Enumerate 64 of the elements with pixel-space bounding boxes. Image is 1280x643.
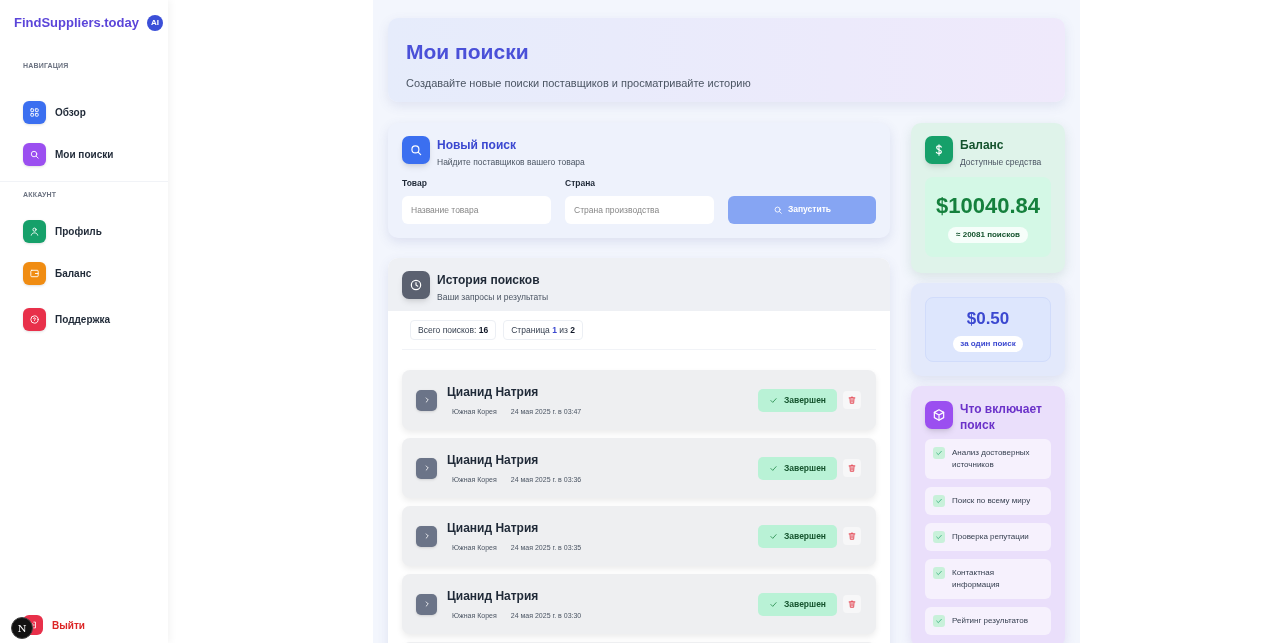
card-title: Новый поиск bbox=[437, 137, 517, 154]
feature-text: Проверка репутации bbox=[952, 531, 1029, 544]
chevron-icon[interactable] bbox=[416, 525, 437, 547]
field-label: Товар bbox=[402, 176, 428, 190]
search-icon bbox=[29, 148, 40, 160]
check-icon bbox=[933, 531, 945, 544]
clock-icon bbox=[402, 270, 430, 299]
card-title: Баланс bbox=[960, 137, 1005, 154]
status-badge: Завершен bbox=[757, 388, 837, 412]
feature-text: Рейтинг результатов bbox=[952, 615, 1029, 628]
status-badge: Завершен bbox=[757, 592, 837, 616]
dev-indicator-button[interactable]: N bbox=[11, 617, 33, 639]
status-badge: Завершен bbox=[757, 456, 837, 480]
box-icon bbox=[925, 401, 953, 430]
trash-icon[interactable] bbox=[843, 459, 861, 478]
trash-icon[interactable] bbox=[843, 527, 861, 546]
feature-text: Поиск по всему миру bbox=[952, 495, 1031, 508]
nav-item[interactable]: Баланс bbox=[0, 252, 168, 295]
product-name: Цианид Натрия bbox=[447, 520, 540, 537]
help-icon bbox=[29, 314, 40, 325]
product-name: Цианид Натрия bbox=[447, 588, 540, 605]
product-name: Цианид Натрия bbox=[447, 452, 540, 469]
stat-chip: Всего поисков: 16 bbox=[410, 320, 497, 341]
check-icon bbox=[933, 447, 945, 460]
grid-icon bbox=[29, 106, 40, 118]
product-name: Цианид Натрия bbox=[447, 384, 540, 401]
check-icon bbox=[933, 615, 945, 628]
trash-icon[interactable] bbox=[843, 391, 861, 410]
page-subtitle: Создавайте новые поиски поставщиков и просматривайте историю bbox=[406, 75, 752, 91]
price-amount: $0.50 bbox=[966, 307, 1010, 330]
nav-item[interactable]: Обзор bbox=[0, 91, 168, 133]
check-icon bbox=[933, 567, 945, 580]
search-icon bbox=[402, 136, 430, 164]
check-icon bbox=[933, 495, 945, 508]
trash-icon[interactable] bbox=[843, 595, 861, 614]
card-title: Что включает поиск bbox=[960, 401, 1043, 434]
feature-text: Контактная информация bbox=[952, 567, 1001, 592]
input-field[interactable]: Страна производства bbox=[565, 195, 714, 224]
nav-item[interactable]: Поддержка bbox=[0, 298, 168, 341]
nav-item[interactable]: Мои поиски bbox=[0, 133, 168, 175]
ai-badge: AI bbox=[146, 14, 163, 31]
wallet-icon bbox=[29, 268, 40, 279]
field-label: Страна bbox=[565, 176, 597, 190]
searches-pill: ≈ 20081 поисков bbox=[948, 226, 1028, 243]
card-title: История поисков bbox=[437, 271, 541, 289]
feature-text: Анализ достоверных источников bbox=[952, 447, 1031, 472]
balance-amount: $10040.84 bbox=[936, 191, 1040, 220]
chevron-icon[interactable] bbox=[416, 389, 437, 411]
status-badge: Завершен bbox=[757, 524, 837, 548]
brand-name: FindSuppliers.today bbox=[14, 14, 139, 32]
card-subtitle: Ваши запросы и результаты bbox=[437, 290, 549, 304]
card-subtitle: Найдите поставщиков вашего товара bbox=[437, 156, 585, 169]
user-icon bbox=[29, 226, 40, 237]
input-field[interactable]: Название товара bbox=[402, 195, 551, 224]
chevron-icon[interactable] bbox=[416, 457, 437, 479]
card-subtitle: Доступные средства bbox=[960, 156, 1042, 169]
chevron-icon[interactable] bbox=[416, 593, 437, 615]
price-caption: за один поиск bbox=[953, 336, 1023, 353]
search-icon bbox=[772, 204, 783, 215]
nav-item[interactable]: Профиль bbox=[0, 210, 168, 253]
page-title: Мои поиски bbox=[406, 39, 530, 65]
dollar-icon bbox=[925, 136, 953, 164]
stat-chip: Страница 1 из 2 bbox=[503, 320, 583, 341]
logout-link[interactable]: Выйти bbox=[52, 617, 85, 633]
